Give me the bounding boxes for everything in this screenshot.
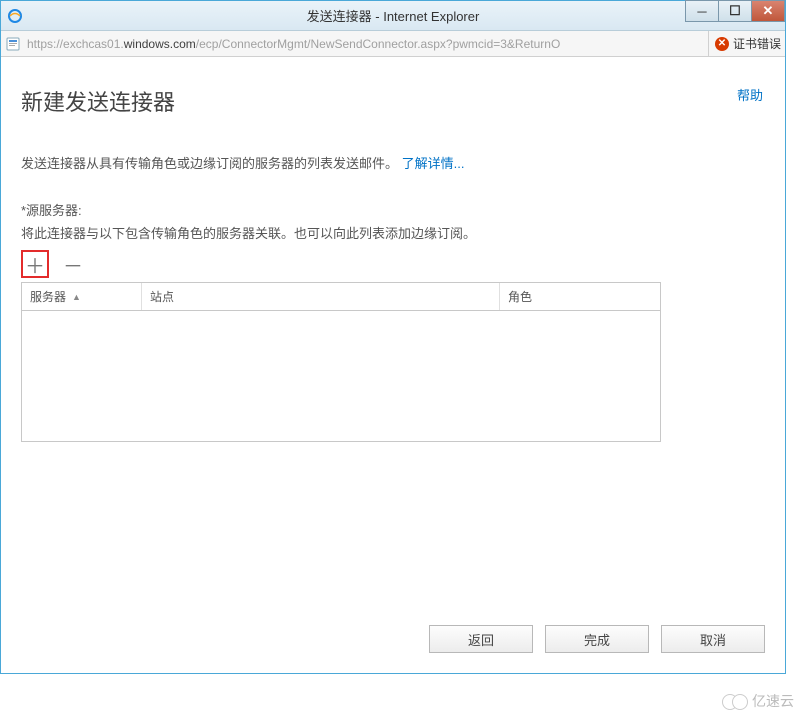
add-button[interactable]: ＋ xyxy=(21,250,49,278)
cert-error-text: 证书错误 xyxy=(733,35,781,52)
page-title: 新建发送连接器 xyxy=(21,85,765,117)
remove-button[interactable]: － xyxy=(59,250,87,278)
titlebar: 发送连接器 - Internet Explorer ─ ☐ ✕ xyxy=(1,1,785,31)
sort-asc-icon: ▲ xyxy=(72,292,81,302)
table-body[interactable] xyxy=(22,311,660,441)
minus-icon: － xyxy=(63,250,83,279)
page-content: 帮助 新建发送连接器 发送连接器从具有传输角色或边缘订阅的服务器的列表发送邮件。… xyxy=(1,57,785,673)
column-server[interactable]: 服务器 ▲ xyxy=(22,283,142,310)
close-button[interactable]: ✕ xyxy=(751,0,785,22)
cloud-icon xyxy=(722,692,748,710)
browser-window: 发送连接器 - Internet Explorer ─ ☐ ✕ https://… xyxy=(0,0,786,674)
page-icon xyxy=(5,36,21,52)
plus-icon: ＋ xyxy=(25,250,45,279)
list-toolbar: ＋ － xyxy=(21,250,765,278)
server-table: 服务器 ▲ 站点 角色 xyxy=(21,282,661,442)
source-server-label: *源服务器: xyxy=(21,200,765,219)
footer-buttons: 返回 完成 取消 xyxy=(429,625,765,653)
description: 发送连接器从具有传输角色或边缘订阅的服务器的列表发送邮件。 了解详情... xyxy=(21,153,765,172)
address-bar: https://exchcas01.windows.com/ecp/Connec… xyxy=(1,31,785,57)
table-header: 服务器 ▲ 站点 角色 xyxy=(22,283,660,311)
learn-more-link[interactable]: 了解详情... xyxy=(402,156,465,171)
ie-icon xyxy=(7,8,23,24)
cert-error-icon: ✕ xyxy=(715,37,729,51)
cert-error-badge[interactable]: ✕ 证书错误 xyxy=(708,31,781,56)
help-link[interactable]: 帮助 xyxy=(737,85,763,104)
minimize-button[interactable]: ─ xyxy=(685,0,719,22)
finish-button[interactable]: 完成 xyxy=(545,625,649,653)
column-site[interactable]: 站点 xyxy=(142,283,500,310)
watermark: 亿速云 xyxy=(722,691,794,711)
back-button[interactable]: 返回 xyxy=(429,625,533,653)
maximize-button[interactable]: ☐ xyxy=(718,0,752,22)
url-text[interactable]: https://exchcas01.windows.com/ecp/Connec… xyxy=(27,37,708,51)
source-server-help: 将此连接器与以下包含传输角色的服务器关联。也可以向此列表添加边缘订阅。 xyxy=(21,223,765,242)
column-role[interactable]: 角色 xyxy=(500,283,660,310)
window-controls: ─ ☐ ✕ xyxy=(686,0,785,22)
cancel-button[interactable]: 取消 xyxy=(661,625,765,653)
window-title: 发送连接器 - Internet Explorer xyxy=(307,6,480,25)
